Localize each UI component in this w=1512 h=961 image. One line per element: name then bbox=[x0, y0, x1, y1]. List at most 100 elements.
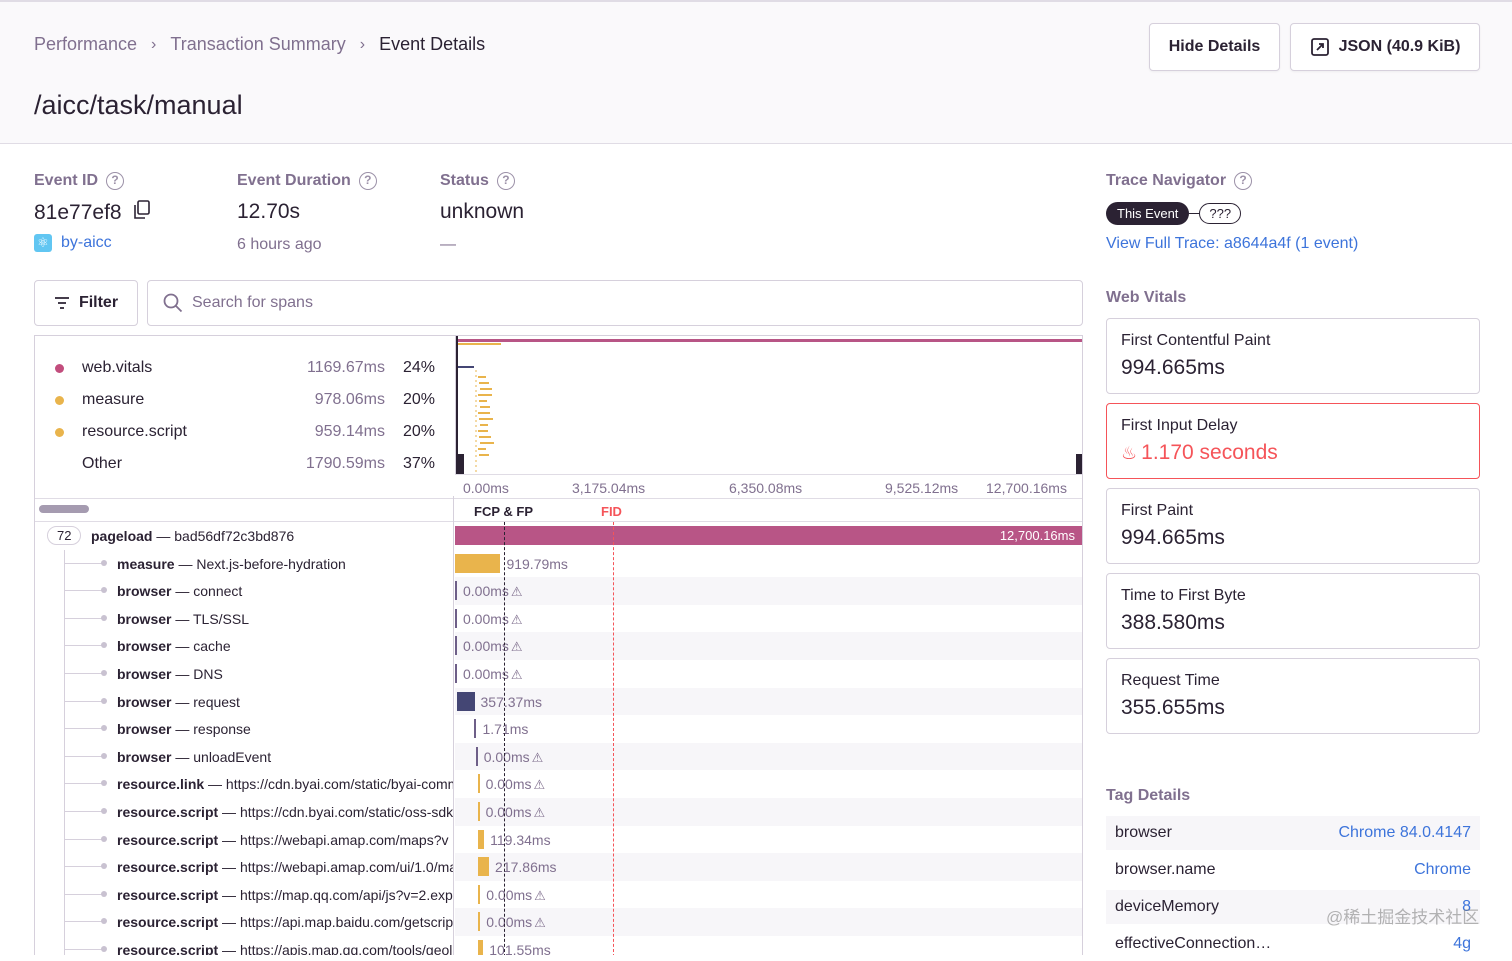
tag-value[interactable]: 4g bbox=[1453, 935, 1471, 953]
minimap-span bbox=[479, 382, 489, 384]
status-value: unknown bbox=[440, 200, 525, 223]
axis-tick-label: 6,350.08ms bbox=[729, 480, 803, 496]
tag-value[interactable]: Chrome bbox=[1414, 861, 1471, 879]
row-stripe bbox=[455, 770, 1082, 798]
row-stripe bbox=[455, 632, 1082, 660]
ops-duration: 1169.67ms bbox=[307, 359, 385, 376]
span-bar bbox=[456, 691, 475, 711]
warning-icon: ⚠ bbox=[534, 887, 546, 903]
minimap[interactable] bbox=[455, 336, 1083, 474]
tree-connector bbox=[65, 838, 103, 840]
tree-connector bbox=[65, 590, 103, 592]
ops-legend-item[interactable]: resource.script 959.14ms 20% bbox=[55, 420, 435, 444]
unknown-event-pill[interactable]: ??? bbox=[1199, 203, 1242, 224]
span-duration: 0.00ms ⚠ bbox=[486, 914, 546, 931]
json-button[interactable]: JSON (40.9 KiB) bbox=[1290, 23, 1480, 71]
span-name: measure — Next.js-before-hydration bbox=[117, 555, 346, 572]
minimap-handle-right[interactable] bbox=[1076, 454, 1083, 474]
ops-duration: 959.14ms bbox=[314, 423, 385, 440]
breadcrumb-transaction-summary[interactable]: Transaction Summary bbox=[170, 34, 345, 55]
span-row[interactable]: browser — connect 0.00ms ⚠ bbox=[35, 577, 1082, 605]
span-name: resource.script — https://api.map.baidu.… bbox=[117, 914, 453, 931]
web-vital-card[interactable]: First Contentful Paint 994.665ms bbox=[1106, 318, 1480, 394]
web-vital-card[interactable]: Time to First Byte 388.580ms bbox=[1106, 573, 1480, 649]
span-row[interactable]: resource.script — https://cdn.byai.com/s… bbox=[35, 798, 1082, 826]
span-bar bbox=[478, 884, 481, 904]
tree-connector bbox=[65, 617, 103, 619]
search-input[interactable]: Search for spans bbox=[147, 280, 1083, 326]
tree-node-dot bbox=[101, 835, 107, 842]
span-child-count[interactable]: 72 bbox=[47, 526, 82, 545]
search-icon bbox=[163, 293, 183, 313]
axis-tick-label: 9,525.12ms bbox=[885, 480, 959, 496]
page-header: Performance › Transaction Summary › Even… bbox=[0, 0, 1512, 144]
minimap-handle-left[interactable] bbox=[456, 454, 464, 474]
span-row[interactable]: browser — unloadEvent 0.00ms ⚠ bbox=[35, 742, 1082, 771]
warning-icon: ⚠ bbox=[510, 639, 523, 655]
chevron-right-icon: › bbox=[151, 35, 157, 53]
ops-name: measure bbox=[82, 391, 145, 408]
span-row[interactable]: resource.link — https://cdn.byai.com/sta… bbox=[35, 770, 1082, 798]
tree-node-dot bbox=[101, 808, 107, 814]
ops-color-dot bbox=[55, 395, 64, 405]
watermark: @稀土掘金技术社区 bbox=[1326, 908, 1480, 927]
web-vital-card[interactable]: First Paint 994.665ms bbox=[1106, 488, 1480, 564]
ops-legend-item[interactable]: measure 978.06ms 20% bbox=[55, 388, 435, 412]
search-placeholder: Search for spans bbox=[192, 294, 313, 311]
row-stripe bbox=[455, 687, 1082, 716]
span-row[interactable]: resource.script — https://webapi.amap.co… bbox=[35, 826, 1082, 854]
json-label: JSON (40.9 KiB) bbox=[1338, 38, 1461, 55]
question-icon[interactable]: ? bbox=[1234, 172, 1253, 190]
tree-connector bbox=[65, 645, 103, 647]
this-event-pill[interactable]: This Event bbox=[1106, 202, 1190, 225]
ops-name: resource.script bbox=[82, 423, 187, 440]
minimap-span bbox=[478, 412, 490, 414]
span-row[interactable]: resource.script — https://map.qq.com/api… bbox=[35, 881, 1082, 909]
row-stripe bbox=[455, 660, 1082, 688]
page-title: /aicc/task/manual bbox=[34, 90, 243, 120]
filter-button[interactable]: Filter bbox=[34, 280, 138, 326]
span-row[interactable]: resource.script — https://webapi.amap.co… bbox=[35, 853, 1082, 881]
span-bar bbox=[455, 581, 457, 601]
fire-icon: ♨ bbox=[1121, 443, 1138, 463]
span-row[interactable]: browser — DNS 0.00ms ⚠ bbox=[35, 660, 1082, 688]
web-vital-card[interactable]: First Input Delay ♨ 1.170 seconds bbox=[1106, 403, 1480, 479]
connector-line bbox=[1189, 212, 1200, 215]
span-duration: 1.71ms bbox=[482, 721, 529, 738]
span-row[interactable]: browser — cache 0.00ms ⚠ bbox=[35, 632, 1082, 660]
breadcrumb-performance[interactable]: Performance bbox=[34, 34, 137, 55]
tag-row[interactable]: effectiveConnection… 4g bbox=[1106, 927, 1480, 961]
question-icon[interactable]: ? bbox=[358, 172, 377, 190]
span-duration: 12,700.16ms bbox=[999, 528, 1075, 543]
web-vital-name: Request Time bbox=[1121, 672, 1220, 689]
tag-key: browser.name bbox=[1115, 861, 1216, 878]
question-icon[interactable]: ? bbox=[106, 172, 125, 190]
span-duration: 0.00ms ⚠ bbox=[463, 610, 523, 627]
tag-row[interactable]: browser.name Chrome bbox=[1106, 853, 1480, 887]
span-row[interactable]: browser — TLS/SSL 0.00ms ⚠ bbox=[35, 605, 1082, 633]
ops-legend-item[interactable]: Other 1790.59ms 37% bbox=[55, 452, 435, 476]
view-full-trace-link[interactable]: View Full Trace: a8644a4f (1 event) bbox=[1106, 235, 1358, 253]
warning-icon: ⚠ bbox=[533, 805, 546, 820]
span-row[interactable]: browser — request 357.37ms bbox=[35, 687, 1082, 716]
tree-connector bbox=[65, 673, 103, 674]
filter-label: Filter bbox=[78, 294, 119, 311]
hide-details-button[interactable]: Hide Details bbox=[1149, 23, 1280, 71]
span-row[interactable]: resource.script — https://api.map.baidu.… bbox=[35, 908, 1082, 936]
span-name: browser — cache bbox=[117, 638, 231, 655]
span-row[interactable]: measure — Next.js-before-hydration 919.79… bbox=[35, 550, 1082, 578]
span-row[interactable]: resource.script — https://apis.map.qq.co… bbox=[35, 936, 1082, 955]
tag-row[interactable]: browser Chrome 84.0.4147 bbox=[1106, 816, 1480, 850]
web-vital-value: 388.580ms bbox=[1121, 611, 1225, 634]
span-bar-root: 12,700.16ms bbox=[455, 526, 1082, 545]
ops-legend-item[interactable]: web.vitals 1169.67ms 24% bbox=[55, 356, 435, 380]
minimap-span bbox=[480, 406, 490, 408]
project-link[interactable]: ⚛ by-aicc bbox=[34, 234, 112, 252]
tag-value[interactable]: Chrome 84.0.4147 bbox=[1338, 824, 1471, 842]
span-row[interactable]: browser — response 1.71ms bbox=[35, 715, 1082, 743]
copy-icon[interactable] bbox=[133, 200, 151, 220]
web-vital-card[interactable]: Request Time 355.655ms bbox=[1106, 658, 1480, 734]
question-icon[interactable]: ? bbox=[496, 172, 515, 190]
span-row-root[interactable]: 72 pageload — bad56df72c3bd876 12,700.16ms bbox=[35, 522, 1082, 550]
minimap-span bbox=[479, 418, 493, 420]
